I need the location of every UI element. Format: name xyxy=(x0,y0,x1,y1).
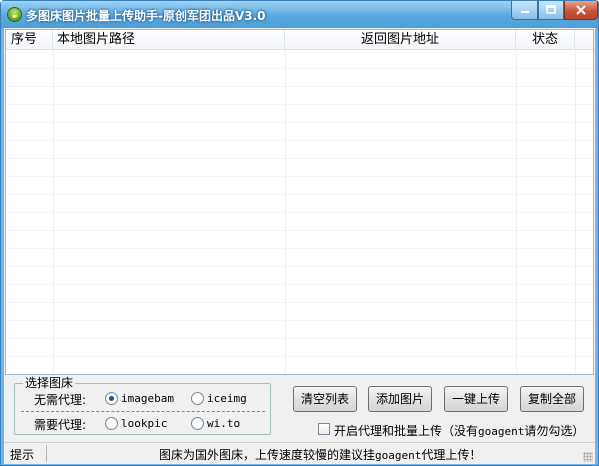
group-title: 选择图床 xyxy=(23,376,76,390)
list-header: 序号 本地图片路径 返回图片地址 状态 xyxy=(6,30,593,50)
group-divider xyxy=(21,411,265,412)
proxy-label: 需要代理: xyxy=(34,418,87,432)
status-hint: 提示 xyxy=(10,448,35,462)
image-host-group: 选择图床 无需代理: imagebam iceimg 需要代理: lookpic… xyxy=(14,376,271,435)
radio-imagebam[interactable] xyxy=(105,392,118,405)
upload-all-button[interactable]: 一键上传 xyxy=(444,386,508,412)
add-images-button[interactable]: 添加图片 xyxy=(368,386,432,412)
upload-list[interactable]: 序号 本地图片路径 返回图片地址 状态 xyxy=(5,29,594,375)
column-divider xyxy=(285,51,286,374)
client-area: 序号 本地图片路径 返回图片地址 状态 选择图床 无需代理: imagebam … xyxy=(4,28,595,464)
resize-grip[interactable] xyxy=(583,452,593,462)
status-message-prefix: 图床为国外图床，上传速度较慢的建议挂 xyxy=(159,448,376,462)
radio-iceimg-label[interactable]: iceimg xyxy=(207,392,247,405)
maximize-button[interactable] xyxy=(538,1,564,20)
enable-proxy-checkbox[interactable] xyxy=(318,423,330,435)
app-logo-icon xyxy=(7,7,22,22)
radio-iceimg[interactable] xyxy=(191,392,204,405)
status-message-suffix: 代理上传！ xyxy=(421,448,482,462)
enable-proxy-label[interactable]: 开启代理和批量上传（没有goagent请勿勾选） xyxy=(334,422,584,439)
minimize-icon xyxy=(520,11,529,13)
enable-proxy-label-suffix: 请勿勾选） xyxy=(524,424,585,438)
radio-wito[interactable] xyxy=(191,417,204,430)
list-body[interactable] xyxy=(6,51,593,374)
clear-list-button[interactable]: 清空列表 xyxy=(293,386,357,412)
app-window: 多图床图片批量上传助手-原创军团出品V3.0 序号 本地图片路径 返回图片地址 … xyxy=(0,0,599,466)
enable-proxy-label-goagent: goagent xyxy=(478,425,525,438)
column-header-index[interactable]: 序号 xyxy=(6,30,53,50)
status-message: 图床为国外图床，上传速度较慢的建议挂goagent代理上传！ xyxy=(159,446,481,463)
enable-proxy-label-prefix: 开启代理和批量上传（没有 xyxy=(334,424,479,438)
maximize-icon xyxy=(546,5,556,14)
column-header-return-url[interactable]: 返回图片地址 xyxy=(285,30,516,50)
status-bar: 提示 图床为国外图床，上传速度较慢的建议挂goagent代理上传！ xyxy=(4,442,595,464)
close-icon xyxy=(576,5,586,15)
column-divider xyxy=(516,51,517,374)
radio-wito-label[interactable]: wi.to xyxy=(207,417,240,430)
status-message-goagent: goagent xyxy=(375,449,422,462)
column-header-local-path[interactable]: 本地图片路径 xyxy=(53,30,285,50)
status-separator xyxy=(46,445,47,462)
radio-imagebam-label[interactable]: imagebam xyxy=(121,392,174,405)
window-title: 多图床图片批量上传助手-原创军团出品V3.0 xyxy=(26,9,266,23)
copy-all-button[interactable]: 复制全部 xyxy=(520,386,584,412)
radio-lookpic-label[interactable]: lookpic xyxy=(121,417,167,430)
column-header-status[interactable]: 状态 xyxy=(516,30,575,50)
minimize-button[interactable] xyxy=(511,1,538,20)
no-proxy-label: 无需代理: xyxy=(34,393,87,407)
column-divider xyxy=(53,51,54,374)
radio-lookpic[interactable] xyxy=(105,417,118,430)
close-button[interactable] xyxy=(564,1,598,20)
column-divider xyxy=(575,51,576,374)
title-bar[interactable]: 多图床图片批量上传助手-原创军团出品V3.0 xyxy=(1,1,598,28)
